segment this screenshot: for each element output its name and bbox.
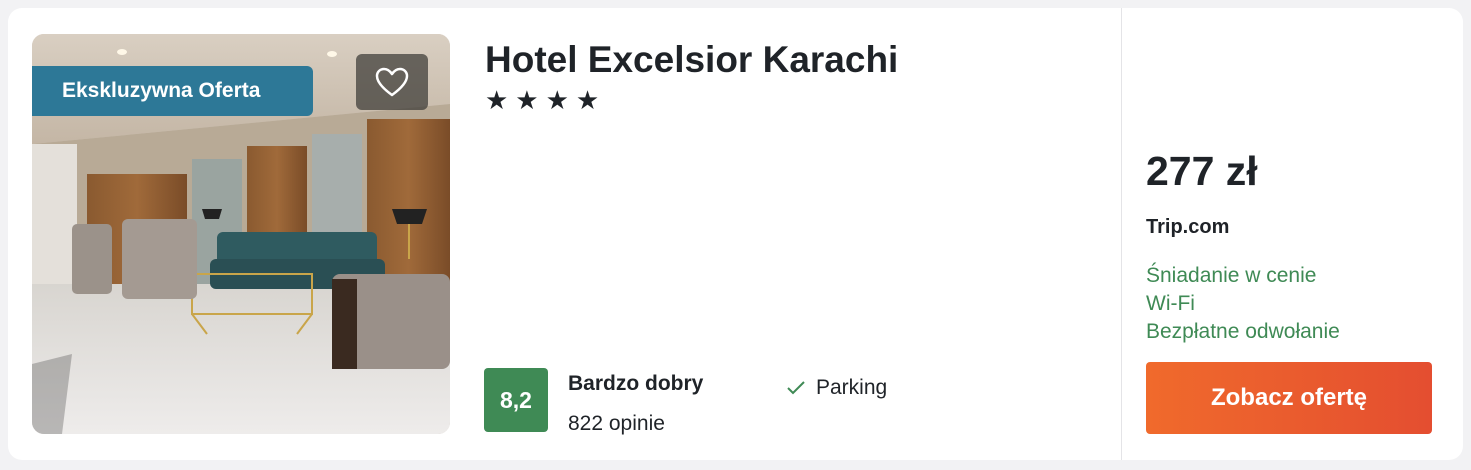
rating-label: Bardzo dobry <box>568 372 704 395</box>
offer-features: Śniadanie w cenie Wi-Fi Bezpłatne odwoła… <box>1146 262 1340 346</box>
star-rating: ★★★★ <box>485 86 607 116</box>
feature-free-cancellation: Bezpłatne odwołanie <box>1146 320 1340 343</box>
price: 277 zł <box>1146 148 1258 194</box>
heart-outline-icon <box>375 67 409 97</box>
hotel-result-card[interactable]: Ekskluzywna Oferta Hotel Excelsior Karac… <box>8 8 1463 460</box>
view-offer-button[interactable]: Zobacz ofertę <box>1146 362 1432 434</box>
feature-wifi: Wi-Fi <box>1146 292 1195 315</box>
section-divider <box>1121 8 1122 460</box>
feature-breakfast: Śniadanie w cenie <box>1146 264 1317 287</box>
hotel-name[interactable]: Hotel Excelsior Karachi <box>485 38 898 82</box>
check-icon <box>786 380 806 396</box>
amenity-label: Parking <box>816 376 888 399</box>
exclusive-offer-badge: Ekskluzywna Oferta <box>32 66 313 116</box>
review-count[interactable]: 822 opinie <box>568 412 665 436</box>
favorite-button[interactable] <box>356 54 428 110</box>
rating-score-badge: 8,2 <box>484 368 548 432</box>
provider-name: Trip.com <box>1146 216 1230 238</box>
amenity-item: Parking <box>786 376 887 400</box>
